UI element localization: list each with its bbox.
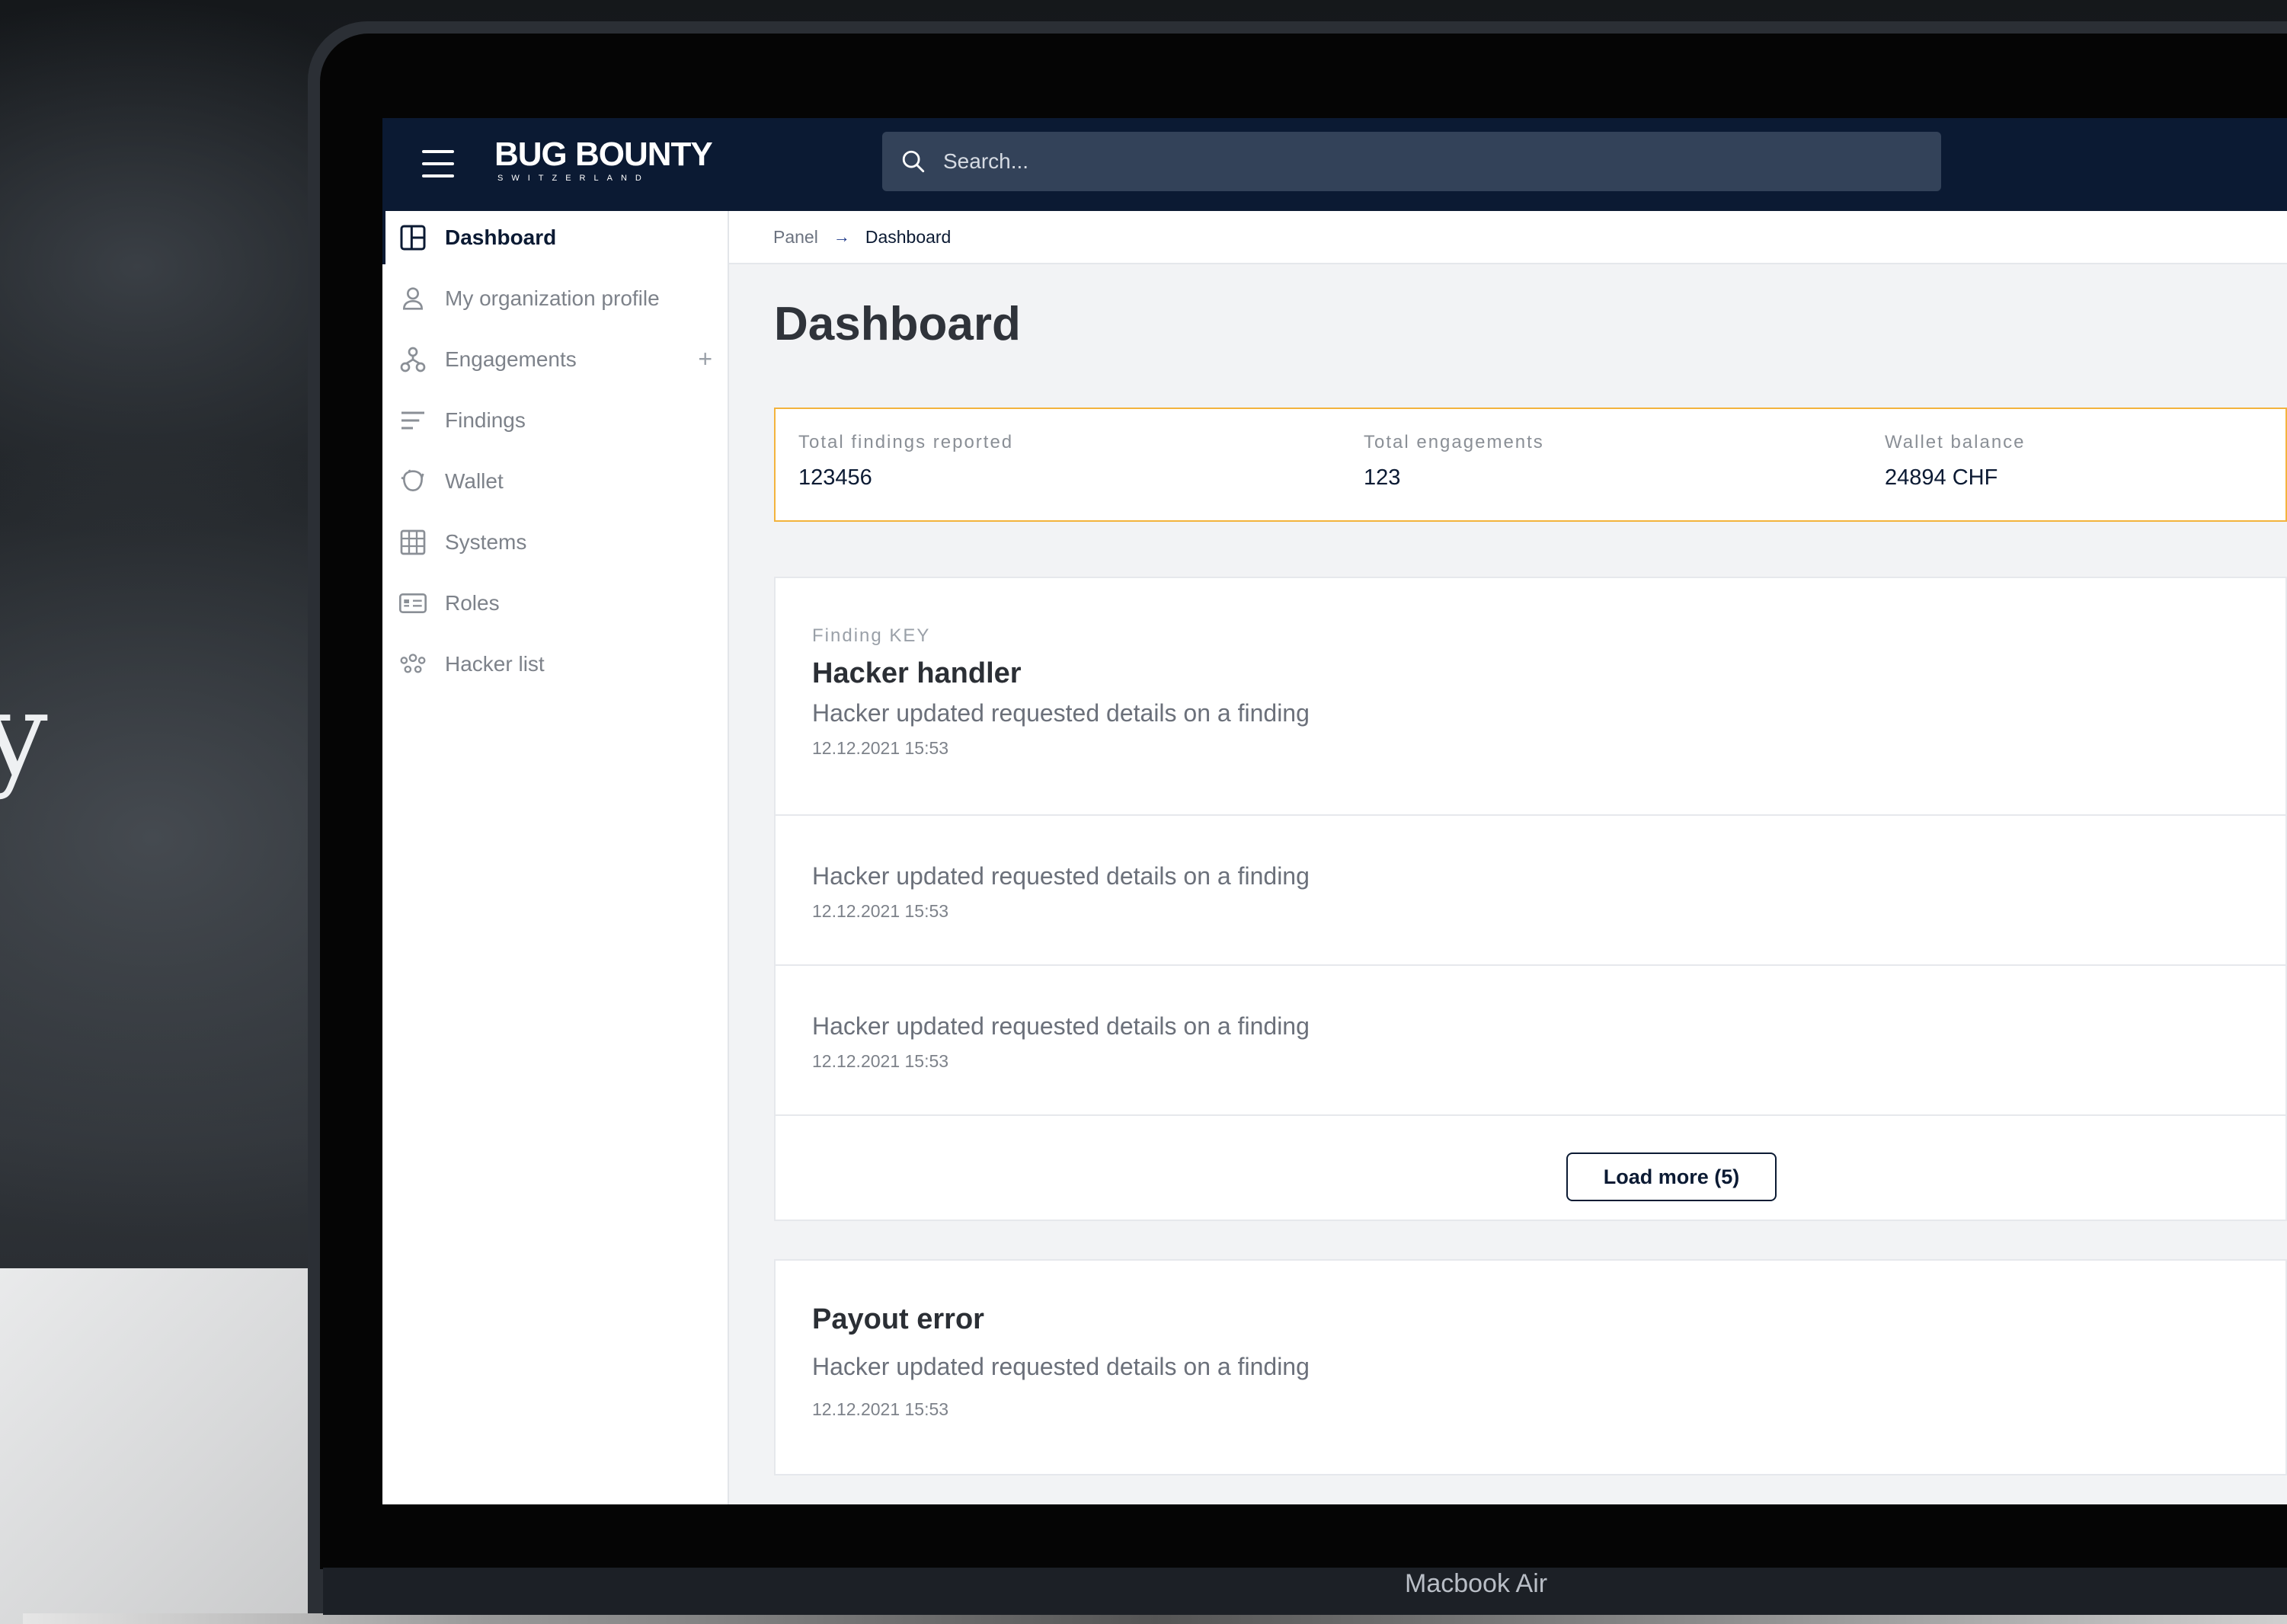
stats-panel: Total findings reported 123456 Total eng… bbox=[774, 408, 2287, 522]
sidebar-item-organization-profile[interactable]: My organization profile bbox=[382, 272, 728, 325]
search-icon bbox=[902, 150, 925, 173]
feed-item-2[interactable]: Hacker updated requested details on a fi… bbox=[812, 862, 1310, 922]
sidebar-item-engagements[interactable]: Engagements + bbox=[382, 333, 728, 386]
sidebar: Dashboard My organization profile Engage… bbox=[382, 211, 729, 1504]
sidebar-item-systems[interactable]: Systems bbox=[382, 516, 728, 569]
feed-description: Hacker updated requested details on a fi… bbox=[812, 699, 1310, 727]
stat-value: 123 bbox=[1364, 465, 1401, 490]
sidebar-item-label: Engagements bbox=[445, 347, 577, 371]
feed-item-1[interactable]: Finding KEY Hacker handler Hacker update… bbox=[812, 625, 1310, 759]
brand-name: BUG BOUNTY bbox=[494, 136, 713, 173]
sidebar-item-label: Dashboard bbox=[445, 225, 557, 249]
divider bbox=[776, 1114, 2287, 1116]
sidebar-item-roles[interactable]: Roles bbox=[382, 577, 728, 630]
top-bar: BUG BOUNTY SWITZERLAND bbox=[382, 118, 2287, 211]
findings-icon bbox=[401, 411, 424, 430]
feed-description: Hacker updated requested details on a fi… bbox=[812, 1012, 1310, 1040]
sidebar-item-findings[interactable]: Findings bbox=[382, 394, 728, 447]
sidebar-item-label: Roles bbox=[445, 591, 500, 615]
sidebar-item-label: Hacker list bbox=[445, 652, 545, 676]
hamburger-menu-icon[interactable] bbox=[422, 150, 454, 177]
payout-title: Payout error bbox=[812, 1303, 984, 1335]
stat-value: 24894 CHF bbox=[1885, 465, 1998, 490]
wallet-icon bbox=[401, 469, 424, 492]
sidebar-item-label: Findings bbox=[445, 408, 526, 432]
stat-label: Total engagements bbox=[1364, 432, 1544, 452]
stat-wallet-balance: Wallet balance 24894 CHF bbox=[1885, 432, 2026, 491]
breadcrumb: Panel → Dashboard bbox=[729, 211, 2287, 264]
stat-total-engagements: Total engagements 123 bbox=[1364, 432, 1544, 491]
add-engagement-button[interactable]: + bbox=[698, 345, 712, 373]
background-paper bbox=[0, 1268, 320, 1624]
feed-timestamp: 12.12.2021 15:53 bbox=[812, 901, 949, 921]
feed-timestamp: 12.12.2021 15:53 bbox=[812, 738, 949, 758]
laptop-base bbox=[323, 1568, 2287, 1615]
background-letter: y bbox=[0, 669, 48, 801]
payout-description: Hacker updated requested details on a fi… bbox=[812, 1353, 1310, 1380]
feed-title: Hacker handler bbox=[812, 657, 1022, 689]
payout-timestamp: 12.12.2021 15:53 bbox=[812, 1399, 949, 1419]
grid-icon bbox=[400, 529, 426, 555]
people-icon bbox=[400, 654, 426, 673]
brand-logo[interactable]: BUG BOUNTY SWITZERLAND bbox=[494, 136, 713, 184]
dashboard-icon bbox=[400, 225, 426, 251]
sidebar-item-dashboard[interactable]: Dashboard bbox=[382, 211, 731, 264]
user-icon bbox=[402, 287, 424, 310]
feed-item-3[interactable]: Hacker updated requested details on a fi… bbox=[812, 1012, 1310, 1072]
activity-feed-card: Finding KEY Hacker handler Hacker update… bbox=[774, 577, 2287, 1221]
breadcrumb-dashboard: Dashboard bbox=[865, 226, 952, 247]
feed-timestamp: 12.12.2021 15:53 bbox=[812, 1051, 949, 1071]
sidebar-item-label: Systems bbox=[445, 530, 527, 554]
device-label: Macbook Air bbox=[1405, 1569, 1548, 1598]
background-strip bbox=[23, 1613, 2287, 1624]
divider bbox=[776, 814, 2287, 816]
brand-sub: SWITZERLAND bbox=[497, 174, 650, 183]
stat-value: 123456 bbox=[798, 465, 872, 490]
payout-item[interactable]: Payout error Hacker updated requested de… bbox=[812, 1303, 1310, 1420]
payout-error-card: Payout error Hacker updated requested de… bbox=[774, 1259, 2287, 1475]
stat-label: Total findings reported bbox=[798, 432, 1014, 452]
sidebar-item-label: Wallet bbox=[445, 469, 504, 493]
page-title: Dashboard bbox=[774, 298, 1021, 350]
divider bbox=[776, 964, 2287, 966]
finding-key: Finding KEY bbox=[812, 625, 931, 646]
breadcrumb-arrow-icon: → bbox=[833, 227, 850, 246]
breadcrumb-panel[interactable]: Panel bbox=[773, 227, 818, 248]
sidebar-item-wallet[interactable]: Wallet bbox=[382, 455, 728, 508]
search-input[interactable] bbox=[942, 149, 1859, 174]
id-card-icon bbox=[399, 593, 427, 613]
search-bar[interactable] bbox=[882, 132, 1941, 191]
stat-total-findings: Total findings reported 123456 bbox=[798, 432, 1013, 491]
feed-description: Hacker updated requested details on a fi… bbox=[812, 862, 1310, 890]
stat-label: Wallet balance bbox=[1885, 432, 2026, 452]
sidebar-item-hacker-list[interactable]: Hacker list bbox=[382, 638, 728, 691]
engagements-icon bbox=[400, 347, 426, 372]
sidebar-item-label: My organization profile bbox=[445, 286, 660, 310]
load-more-button[interactable]: Load more (5) bbox=[1566, 1152, 1777, 1201]
